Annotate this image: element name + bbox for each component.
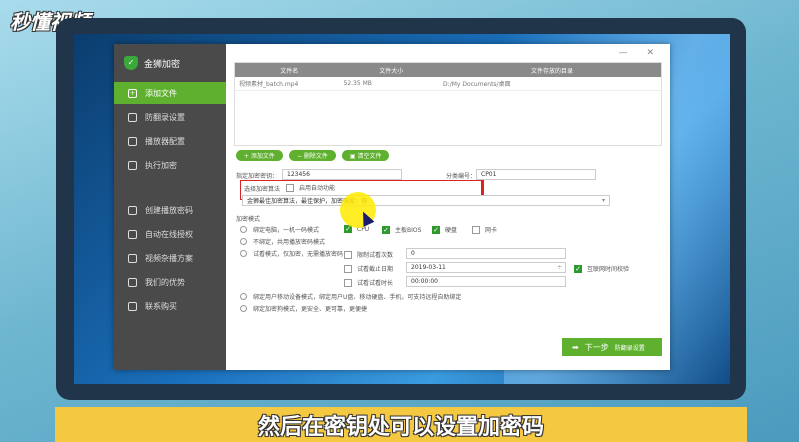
mode-bind-pc-radio[interactable]: 绑定电脑，一机一码模式 [240,225,319,234]
spinner-icon: ÷ [556,264,562,271]
table-header: 文件名 文件大小 文件存放的目录 [235,63,661,77]
sidebar-item-anti-record[interactable]: 防翻录设置 [114,106,226,128]
mode-trial-radio[interactable]: 试看模式，仅加密，无需播放密码 [240,249,343,258]
add-file-button[interactable]: + 添加文件 [236,150,283,161]
main-panel: — ✕ 文件名 文件大小 文件存放的目录 视频素材_batch.mp4 52.3… [226,44,670,370]
sidebar-item-player-config[interactable]: 播放器配置 [114,130,226,152]
algo-label: 选择加密算法 [244,186,281,193]
sidebar: ✓ 金狮加密 + 添加文件 防翻录设置 播放器配置 执行加密 创建播放密码 自动在… [114,44,226,370]
limit-count-checkbox[interactable]: 限制试看次数 [344,250,393,259]
expire-checkbox[interactable]: 试看截止日期 [344,264,393,273]
user-icon [128,205,137,215]
duration-input[interactable]: 00:00:00 [406,276,566,287]
sidebar-item-purchase[interactable]: 联系购买 [114,295,226,317]
app-logo-icon: ✓ [124,56,138,70]
autoplay-checkbox[interactable]: 启用自动功能 [286,183,335,192]
next-step-button[interactable]: ➡ 下一步 防翻录设置 [562,338,662,356]
mobile-icon [128,253,137,263]
category-input[interactable]: CP01 [476,169,596,180]
category-label: 分类编号： [446,173,477,180]
mode-mobile-radio[interactable]: 绑定用户移动设备模式，绑定用户U盘、移动硬盘、手机，可支持远程自助绑定 [240,292,461,301]
subtitle-caption: 然后在密钥处可以设置加密码 [55,407,747,442]
app-window: ✓ 金狮加密 + 添加文件 防翻录设置 播放器配置 执行加密 创建播放密码 自动在… [114,44,670,370]
sidebar-item-video-plan[interactable]: 视频杂播方案 [114,247,226,269]
internet-time-checkbox[interactable]: ✓ 互联网时间校验 [574,264,629,273]
network-checkbox[interactable]: 网卡 [472,225,497,234]
mode-label: 加密模式 [236,216,261,223]
thumb-icon [128,277,137,287]
file-add-icon: + [128,88,137,98]
bios-checkbox[interactable]: ✓ 主板BIOS [382,225,421,234]
sidebar-item-add-file[interactable]: + 添加文件 [114,82,226,104]
lock-icon [128,160,137,170]
file-table: 文件名 文件大小 文件存放的目录 视频素材_batch.mp4 52.35 MB… [234,62,662,146]
password-input[interactable]: 123456 [282,169,402,180]
mode-dongle-radio[interactable]: 绑定加密狗模式，更安全、更可靠，更便捷 [240,304,367,313]
table-row[interactable]: 视频素材_batch.mp4 52.35 MB D:/My Documents/… [235,77,661,91]
sidebar-item-online-auth[interactable]: 自动在线授权 [114,223,226,245]
file-buttons: + 添加文件 − 删除文件 ▣ 清空文件 [236,150,390,161]
sidebar-item-encrypt[interactable]: 执行加密 [114,154,226,176]
app-title: 金狮加密 [144,59,181,70]
duration-checkbox[interactable]: 试看试看时长 [344,278,393,287]
clear-file-button[interactable]: ▣ 清空文件 [341,150,390,161]
player-icon [128,136,137,146]
shield-icon [128,112,137,122]
disk-checkbox[interactable]: ✓ 硬盘 [432,225,457,234]
sidebar-item-advantages[interactable]: 我们的优势 [114,271,226,293]
chevron-down-icon: ▾ [601,197,605,204]
arrow-right-icon: ➡ [572,342,579,352]
expire-date-input[interactable]: 2019-03-11 ÷ [406,262,566,273]
window-controls[interactable]: — ✕ [619,48,662,58]
password-label: 指定加密密钥： [236,173,279,180]
globe-icon [128,229,137,239]
delete-file-button[interactable]: − 删除文件 [288,150,336,161]
mode-shared-radio[interactable]: 不绑定，共用播放密码模式 [240,237,325,246]
algorithm-select[interactable]: 金狮最佳加密算法，最佳保护，加密强度：强 ▾ [242,195,610,206]
cart-icon [128,301,137,311]
count-input[interactable]: 0 [406,248,566,259]
sidebar-item-create-password[interactable]: 创建播放密码 [114,199,226,221]
brand: ✓ 金狮加密 [124,56,180,70]
